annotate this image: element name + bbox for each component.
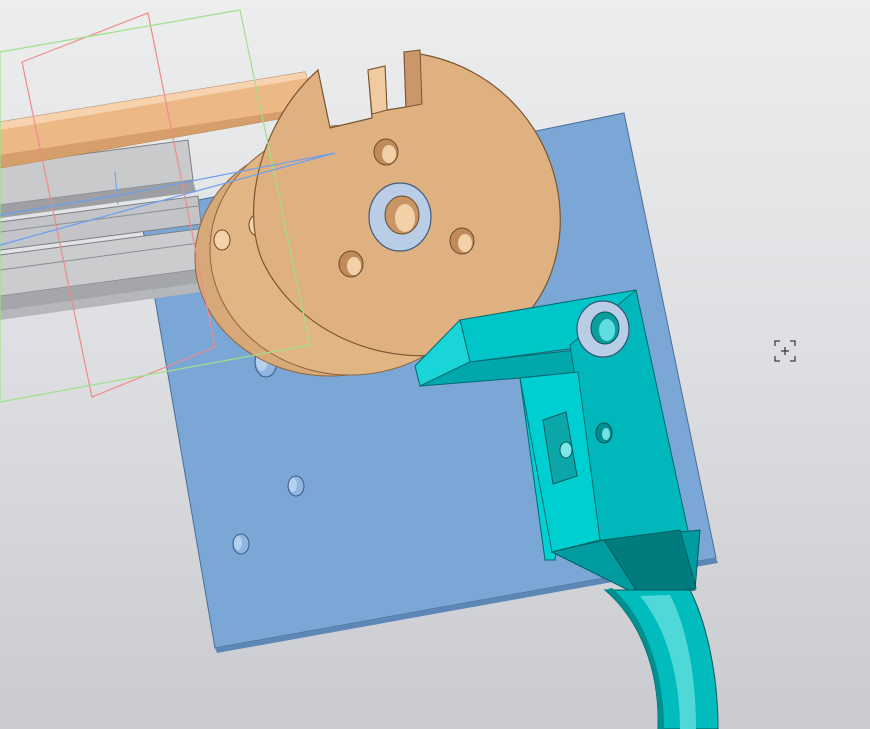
disc-hole	[338, 250, 364, 278]
crosshair-select-icon[interactable]	[773, 339, 797, 363]
disc-hole	[373, 138, 399, 166]
disc-hole	[449, 227, 475, 255]
model-scene[interactable]	[0, 0, 870, 729]
plate-hole	[287, 475, 305, 497]
curved-hook[interactable]	[603, 588, 719, 729]
rotary-disc[interactable]	[252, 49, 561, 357]
bracket-bushing[interactable]	[576, 300, 630, 358]
cad-viewport[interactable]	[0, 0, 870, 729]
plate-hole	[232, 533, 250, 555]
bracket-hole	[595, 422, 613, 444]
disc-center-hub[interactable]	[368, 182, 432, 252]
